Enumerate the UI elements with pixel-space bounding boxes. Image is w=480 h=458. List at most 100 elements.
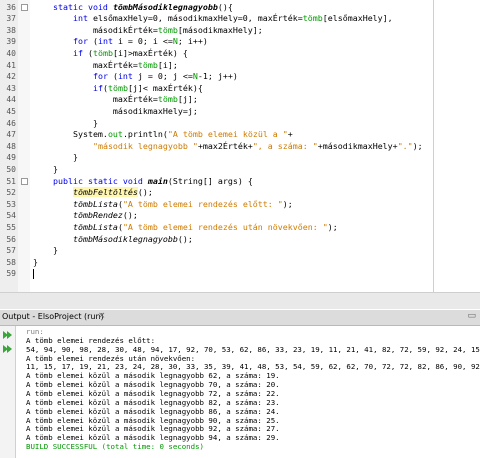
line-number: 37	[6, 14, 16, 24]
line-number: 57	[6, 246, 16, 256]
code-line: int elsőmaxHely=0, másodikmaxHely=0, max…	[33, 13, 393, 25]
code-token: );	[412, 140, 423, 151]
line-number: 44	[6, 95, 16, 105]
rerun-with-parameters-icon[interactable]	[2, 344, 13, 354]
line-number: 43	[6, 83, 16, 93]
code-token: j = 0; j <=	[137, 71, 193, 82]
code-token: +max2Érték+	[197, 140, 253, 151]
code-line: tömbLista("A tömb elemei rendezés után n…	[33, 222, 338, 234]
code-token: másodikÉrték=	[33, 24, 158, 35]
code-line: for (int i = 0; i <=N; i++)	[33, 36, 208, 48]
line-number: 42	[6, 72, 16, 82]
text-caret	[33, 269, 34, 280]
code-editor[interactable]: 36 37 38 39 40 41 42 43 44 45 46 47 48 49 50 51 52 53 54 55…	[0, 0, 480, 292]
line-number: 53	[6, 199, 16, 209]
code-token: for	[72, 36, 93, 47]
right-margin-guide	[433, 0, 434, 292]
code-token: );	[282, 198, 293, 209]
close-tab-icon[interactable]: ×	[98, 311, 106, 321]
code-token: "A tömb elemei közül a "	[167, 129, 288, 140]
code-token: int	[72, 13, 93, 24]
code-token: ();	[122, 210, 138, 221]
line-number: 41	[6, 60, 16, 70]
code-token: }	[33, 163, 58, 174]
code-token: }	[33, 117, 98, 128]
code-token: }	[33, 152, 78, 163]
code-token: "A tömb elemei rendezés után növekvően: …	[122, 221, 328, 232]
output-console[interactable]: run: A tömb elemei rendezés előtt: 54, 94,…	[18, 326, 480, 458]
code-line: tömbFeltöltés();	[33, 187, 153, 199]
code-line: }	[33, 245, 58, 257]
code-token: out	[107, 129, 123, 140]
code-token: (){	[217, 1, 233, 12]
code-token: +	[287, 129, 293, 140]
fold-toggle-icon[interactable]	[21, 3, 28, 11]
code-token: for	[92, 71, 113, 82]
line-number: 55	[6, 222, 16, 232]
panel-splitter[interactable]	[0, 292, 480, 309]
rerun-icon[interactable]	[2, 330, 13, 340]
code-token: ();	[137, 187, 153, 198]
code-token: "második legnagyobb "	[92, 140, 198, 151]
code-token: [i];	[157, 59, 178, 70]
line-number: 40	[6, 48, 16, 58]
fold-toggle-icon[interactable]	[21, 177, 28, 185]
code-token: int	[97, 36, 118, 47]
line-number: 47	[6, 130, 16, 140]
line-number: 39	[6, 37, 16, 47]
code-token: if	[92, 82, 103, 93]
code-line: maxÉrték=tömb[i];	[33, 60, 178, 72]
code-token: if	[72, 47, 88, 58]
code-token: [másodikmaxHely];	[177, 24, 263, 35]
code-token: tömb	[302, 13, 323, 24]
code-token: tömb	[157, 94, 178, 105]
code-token: maxÉrték=	[33, 59, 138, 70]
code-token: ();	[177, 233, 193, 244]
line-number: 52	[6, 188, 16, 198]
code-token: tömbFeltöltés	[72, 187, 138, 198]
code-token: "."	[397, 140, 413, 151]
code-token: [i]>maxÉrték) {	[112, 47, 188, 58]
output-tab-bar: Output - ElsoProject (run) × ▭	[0, 310, 480, 326]
code-token: );	[327, 221, 338, 232]
output-toolbar	[0, 326, 16, 458]
code-token: ", a száma: "	[252, 140, 318, 151]
code-token: tömbLista	[72, 198, 118, 209]
line-number: 46	[6, 118, 16, 128]
code-token: tömbMásodiklegnagyobb	[72, 233, 178, 244]
code-line: if (tömb[i]>maxÉrték) {	[33, 48, 188, 60]
code-line: }	[33, 118, 98, 130]
code-token: tömb	[92, 47, 113, 58]
code-token: -1; j++)	[197, 71, 238, 82]
code-token: "A tömb elemei rendezés előtt: "	[122, 198, 283, 209]
line-number: 48	[6, 141, 16, 151]
code-token: tömbMásodiklegnagyobb	[112, 1, 218, 12]
code-token: int	[117, 71, 138, 82]
line-number: 50	[6, 164, 16, 174]
code-token: }	[33, 256, 38, 267]
output-line: BUILD SUCCESSFUL (total time: 0 seconds)	[26, 442, 204, 452]
code-token: (String[] args) {	[167, 175, 253, 186]
code-line: tömbRendez();	[33, 210, 138, 222]
line-number: 45	[6, 106, 16, 116]
code-token: .println(	[122, 129, 168, 140]
tab-output[interactable]: Output - ElsoProject (run)	[2, 312, 104, 321]
code-line: static void tömbMásodiklegnagyobb(){	[33, 2, 233, 14]
line-number: 51	[6, 176, 16, 186]
code-line: maxÉrték=tömb[j];	[33, 94, 198, 106]
code-line: másodikÉrték=tömb[másodikmaxHely];	[33, 25, 263, 37]
code-token: ; i++)	[177, 36, 208, 47]
line-number: 49	[6, 153, 16, 163]
code-line: }	[33, 164, 58, 176]
maximize-icon[interactable]: ▭	[467, 311, 476, 321]
code-token: tömb	[107, 82, 128, 93]
